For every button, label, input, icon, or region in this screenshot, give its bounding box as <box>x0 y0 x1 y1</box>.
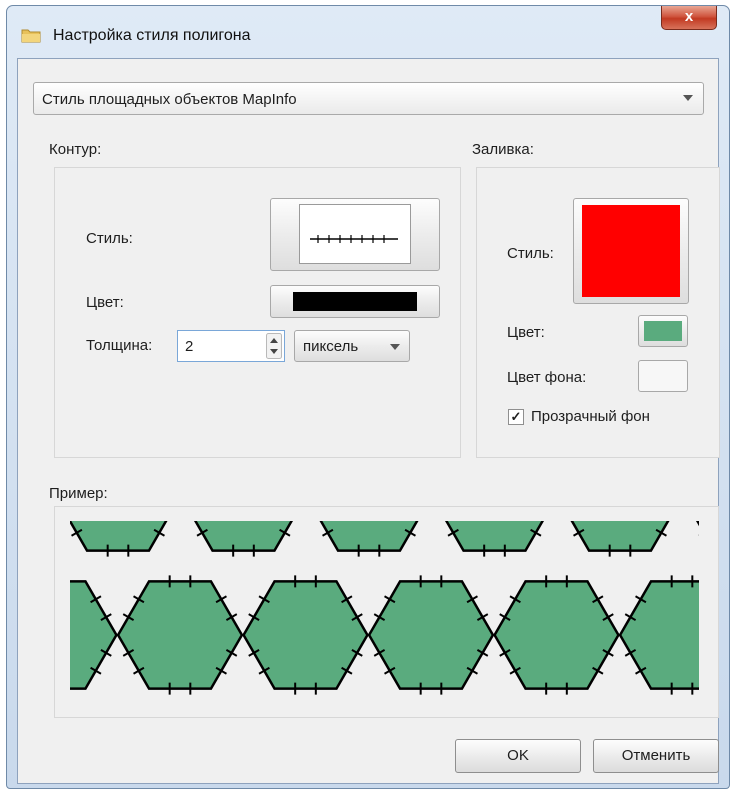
close-button[interactable]: x <box>661 6 717 30</box>
hexagon-shape <box>570 521 670 552</box>
preview-canvas <box>70 521 699 700</box>
spinner-arrows-icon[interactable] <box>266 333 282 359</box>
chevron-down-icon <box>390 344 400 350</box>
hexagon-shape <box>319 521 419 552</box>
transparent-bg-checkbox[interactable]: ✓ <box>508 409 524 425</box>
fill-style-button[interactable] <box>573 198 689 304</box>
hexagon-shape <box>193 521 294 552</box>
hexagon-shape <box>618 580 699 690</box>
fill-color-label: Цвет: <box>507 324 545 341</box>
line-style-swatch <box>299 204 411 264</box>
outline-color-swatch <box>293 292 417 311</box>
style-type-select[interactable]: Стиль площадных объектов MapInfo <box>33 82 704 115</box>
dialog-body: Стиль площадных объектов MapInfo Контур:… <box>17 58 720 784</box>
close-icon: x <box>684 8 694 25</box>
outline-color-label: Цвет: <box>86 294 124 311</box>
outline-unit-select[interactable]: пиксель <box>294 330 410 362</box>
fill-style-label: Стиль: <box>507 245 554 262</box>
folder-icon <box>21 29 41 43</box>
fill-bg-color-button[interactable] <box>638 360 688 392</box>
transparent-bg-label[interactable]: Прозрачный фон <box>531 408 650 425</box>
outline-style-button[interactable] <box>270 198 440 271</box>
fill-color-button[interactable] <box>638 315 688 347</box>
ticked-line-icon <box>310 235 398 243</box>
style-type-value: Стиль площадных объектов MapInfo <box>42 91 297 108</box>
outline-width-value: 2 <box>185 338 194 355</box>
hexagon-shape <box>70 580 118 690</box>
dialog-window: Настройка стиля полигона x Стиль площадн… <box>6 5 730 789</box>
outline-style-label: Стиль: <box>86 230 133 247</box>
title-bar[interactable]: Настройка стиля полигона x <box>7 6 729 58</box>
preview-heading: Пример: <box>49 485 108 502</box>
outline-color-button[interactable] <box>270 285 440 318</box>
outline-width-label: Толщина: <box>86 337 153 354</box>
fill-style-swatch <box>582 205 680 297</box>
outline-heading: Контур: <box>49 141 102 158</box>
window-title: Настройка стиля полигона <box>53 27 251 44</box>
hexagon-shape <box>444 521 545 552</box>
outline-width-spinner[interactable]: 2 <box>177 330 285 362</box>
fill-bg-label: Цвет фона: <box>507 369 587 386</box>
ok-button[interactable]: OK <box>455 739 581 773</box>
hexagon-pattern <box>70 521 699 695</box>
hexagon-shape <box>695 521 699 527</box>
fill-color-swatch <box>644 321 682 341</box>
outline-unit-value: пиксель <box>303 338 359 355</box>
cancel-button[interactable]: Отменить <box>593 739 719 773</box>
chevron-down-icon <box>683 95 693 101</box>
fill-heading: Заливка: <box>472 141 534 158</box>
checkmark-icon: ✓ <box>510 409 522 424</box>
